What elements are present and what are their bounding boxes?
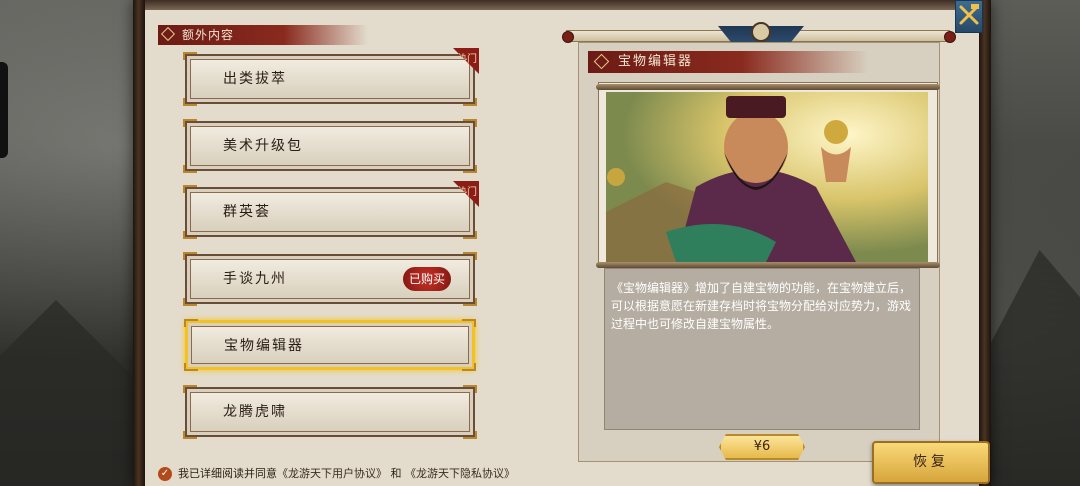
corner-ornament <box>184 363 198 371</box>
corner-ornament <box>463 431 477 439</box>
corner-ornament <box>463 119 477 127</box>
close-button[interactable] <box>955 0 983 33</box>
corner-ornament <box>462 319 476 327</box>
item-label: 群英荟 <box>223 204 271 220</box>
diamond-icon <box>593 53 610 70</box>
item-label: 美术升级包 <box>223 138 303 154</box>
list-item-4[interactable]: 宝物编辑器 <box>184 319 476 371</box>
agreement-prefix: 我已详细阅读并同意 <box>178 467 277 480</box>
panel-top-edge <box>133 0 991 10</box>
left-scroll-rod <box>133 0 145 486</box>
price-button[interactable]: ¥6 <box>719 434 805 460</box>
item-label: 宝物编辑器 <box>224 338 304 354</box>
detail-title: 宝物编辑器 <box>618 54 694 69</box>
description-box: 《宝物编辑器》增加了自建宝物的功能，在宝物建立后，可以根据意愿在新建存档时将宝物… <box>604 268 920 430</box>
corner-ornament <box>463 252 477 260</box>
corner-ornament <box>463 165 477 173</box>
list-item-1[interactable]: 美术升级包 <box>183 119 477 173</box>
illustration-rod-top <box>596 84 940 90</box>
privacy-agreement-link[interactable]: 《龙游天下隐私协议》 <box>405 467 515 480</box>
corner-ornament <box>183 119 197 127</box>
corner-ornament <box>463 98 477 106</box>
corner-ornament <box>463 298 477 306</box>
item-label: 出类拔萃 <box>223 71 287 87</box>
agreement-and: 和 <box>390 467 402 480</box>
emblem-icon <box>751 22 771 42</box>
purchased-badge: 已购买 <box>402 267 451 291</box>
hot-tag: 热门 <box>453 181 479 207</box>
corner-ornament <box>183 52 197 60</box>
user-agreement-link[interactable]: 《龙游天下用户协议》 <box>277 467 387 480</box>
side-notch <box>0 62 8 158</box>
item-label: 手谈九州 <box>223 271 287 287</box>
description-text: 《宝物编辑器》增加了自建宝物的功能，在宝物建立后，可以根据意愿在新建存档时将宝物… <box>611 281 912 331</box>
corner-ornament <box>183 98 197 106</box>
corner-ornament <box>463 385 477 393</box>
corner-ornament <box>183 231 197 239</box>
section-header: 额外内容 <box>158 25 368 45</box>
list-item-0[interactable]: 出类拔萃 热门 <box>183 48 479 106</box>
item-label: 龙腾虎啸 <box>223 404 287 420</box>
detail-title-bar: 宝物编辑器 <box>588 51 868 73</box>
hat-shape <box>726 96 786 118</box>
check-icon[interactable]: ✓ <box>158 467 172 481</box>
list-item-2[interactable]: 群英荟 热门 <box>183 181 479 239</box>
treasure-cup-icon <box>824 120 848 144</box>
character-portrait <box>606 92 928 262</box>
agreement-row[interactable]: ✓ 我已详细阅读并同意《龙游天下用户协议》 和 《龙游天下隐私协议》 <box>158 465 515 483</box>
section-title: 额外内容 <box>182 28 235 42</box>
restore-button[interactable]: 恢复 <box>872 441 990 484</box>
corner-ornament <box>183 385 197 393</box>
corner-ornament <box>183 185 197 193</box>
corner-ornament <box>463 231 477 239</box>
corner-ornament <box>183 431 197 439</box>
diamond-icon <box>160 26 176 42</box>
gold-coin-icon <box>607 168 625 186</box>
right-scroll-rod <box>979 0 991 486</box>
corner-ornament <box>462 363 476 371</box>
rod-knob <box>562 31 574 43</box>
corner-ornament <box>183 165 197 173</box>
corner-ornament <box>184 319 198 327</box>
tools-close-icon <box>959 4 979 25</box>
list-item-5[interactable]: 龙腾虎啸 <box>183 385 477 439</box>
corner-ornament <box>183 252 197 260</box>
list-item-3[interactable]: 手谈九州 已购买 <box>183 252 477 306</box>
corner-ornament <box>183 298 197 306</box>
